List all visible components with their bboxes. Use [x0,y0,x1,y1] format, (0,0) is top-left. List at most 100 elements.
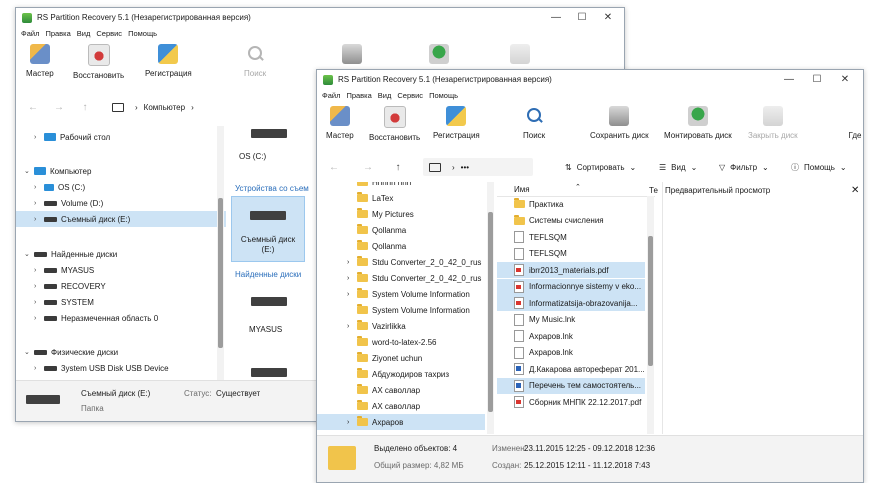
close-window-button[interactable]: ✕ [596,8,620,27]
file-row[interactable]: Системы счисления [497,213,645,229]
search-button[interactable]: Поиск [523,104,545,148]
menu-file[interactable]: Файл [21,29,39,38]
tree-item-computer[interactable]: ⌄ Компьютер [24,163,91,179]
tree-item[interactable]: Hhhhh hhh [317,182,485,190]
tree-item[interactable]: Ziyonet uchun [317,350,485,366]
tree-scrollbar-thumb[interactable] [488,212,493,412]
file-row[interactable]: Сборник МНПК 22.12.2017.pdf [497,394,645,410]
tree-item-os-c[interactable]: › OS (C:) [34,179,85,195]
chevron-right-icon[interactable]: › [347,259,357,266]
breadcrumb-ellipsis[interactable]: ••• [461,163,469,172]
file-row[interactable]: Informatizatsija-obrazovanija... [497,295,645,311]
maximize-button[interactable]: ☐ [570,8,594,27]
chevron-right-icon[interactable]: › [34,134,36,141]
tree-item-physical-disks[interactable]: ⌄ Физические диски [24,344,118,360]
menu-view[interactable]: Вид [77,29,91,38]
chevron-right-icon[interactable]: › [34,216,36,223]
tree-item[interactable]: LaTex [317,190,485,206]
chevron-down-icon[interactable]: ⌄ [24,167,30,175]
back-arrow-icon[interactable]: ← [24,102,42,113]
file-row[interactable]: ibrr2013_materials.pdf [497,262,645,278]
register-button[interactable]: Регистрация [433,104,480,148]
name-column-header[interactable]: Имя [514,185,530,194]
view-button[interactable]: ☰ Вид ⌄ [659,163,697,172]
file-row[interactable]: TEFLSQM [497,246,645,262]
tree-item[interactable]: My Pictures [317,206,485,222]
tree-item[interactable]: › System Volume Information [317,286,485,302]
tree-item[interactable]: Qollanma [317,222,485,238]
tree-item[interactable]: System Volume Information [317,302,485,318]
chevron-right-icon[interactable]: › [34,184,36,191]
tree-item[interactable]: › Ахраров [317,414,485,430]
restore-button[interactable]: Восстановить [73,42,124,86]
master-button[interactable]: Мастер [26,42,54,86]
tree-scrollbar[interactable] [217,126,224,380]
tree-scrollbar-thumb[interactable] [218,198,223,348]
file-row[interactable]: Ахраров.lnk [497,345,645,361]
sort-button[interactable]: ⇅ Сортировать ⌄ [565,163,636,172]
minimize-button[interactable]: — [777,70,801,89]
help-button[interactable]: ⓘ Помощь ⌄ [791,162,847,173]
restore-button[interactable]: Восстановить [369,104,420,148]
tree-item-volume-d[interactable]: › Volume (D:) [34,195,103,211]
search-button[interactable]: Поиск [244,42,266,86]
file-row[interactable]: Ахраров.lnk [497,328,645,344]
tree-item[interactable]: Qollanma [317,238,485,254]
close-window-button[interactable]: ✕ [833,70,857,89]
save-disk-button[interactable]: Сохранить диск [590,104,649,148]
menu-view[interactable]: Вид [378,91,392,100]
file-scrollbar-thumb[interactable] [648,236,653,366]
file-row[interactable]: Д.Какарова автореферат 201... [497,361,645,377]
file-row[interactable]: My Music.lnk [497,312,645,328]
minimize-button[interactable]: — [544,8,568,27]
drive-os-c-label[interactable]: OS (C:) [239,148,266,164]
chevron-down-icon[interactable]: ⌄ [24,250,30,258]
address-bar[interactable]: › ••• [423,158,533,176]
chevron-down-icon[interactable]: ⌄ [24,348,30,356]
master-button[interactable]: Мастер [326,104,354,148]
menu-edit[interactable]: Правка [346,91,371,100]
up-arrow-icon[interactable]: ↑ [389,162,407,173]
forward-arrow-icon[interactable]: → [359,162,377,173]
removable-disk-tile[interactable]: Съемный диск (E:) [231,196,305,262]
mount-disk-button[interactable]: Монтировать диск [664,104,732,148]
file-row[interactable]: TEFLSQM [497,229,645,245]
menu-edit[interactable]: Правка [45,29,70,38]
tree-item-recovery[interactable]: › RECOVERY [34,278,106,294]
menu-help[interactable]: Помощь [429,91,458,100]
tree-item-found-disks[interactable]: ⌄ Найденные диски [24,246,117,262]
up-arrow-icon[interactable]: ↑ [76,102,94,113]
breadcrumb[interactable]: › Компьютер › [112,102,200,112]
tree-item[interactable]: АХ саволлар [317,382,485,398]
maximize-button[interactable]: ☐ [805,70,829,89]
tree-item-unallocated[interactable]: › Неразмеченная область 0 [34,310,158,326]
chevron-right-icon[interactable]: › [34,299,36,306]
back-arrow-icon[interactable]: ← [325,162,343,173]
tree-item-system[interactable]: › SYSTEM [34,294,94,310]
close-disk-button[interactable]: Закрыть диск [748,104,798,148]
file-row[interactable]: Перечень тем самостоятель... [497,377,645,394]
tree-item-desktop[interactable]: › Рабочий стол [34,129,110,145]
file-row[interactable]: Практика [497,196,645,212]
chevron-right-icon[interactable]: › [34,283,36,290]
file-scrollbar[interactable] [647,196,654,434]
menu-service[interactable]: Сервис [96,29,122,38]
filter-button[interactable]: ▽ Фильтр ⌄ [719,163,769,172]
chevron-right-icon[interactable]: › [347,419,357,426]
chevron-right-icon[interactable]: › [34,315,36,322]
chevron-right-icon[interactable]: › [347,291,357,298]
where-button[interactable]: Где [845,104,863,148]
chevron-right-icon[interactable]: › [34,365,36,372]
tree-item[interactable]: › Vazirlikka [317,318,485,334]
drive-myasus-label[interactable]: MYASUS [249,321,282,337]
tree-item[interactable]: › Stdu Converter_2_0_42_0_rus [317,254,485,270]
chevron-right-icon[interactable]: › [34,200,36,207]
close-icon[interactable]: ✕ [851,182,859,198]
tree-item[interactable]: › Stdu Converter_2_0_42_0_rus [317,270,485,286]
te-column-header[interactable]: Те [649,182,658,198]
breadcrumb-computer[interactable]: Компьютер [144,103,185,112]
register-button[interactable]: Регистрация [145,42,192,86]
chevron-right-icon[interactable]: › [347,275,357,282]
tree-item-usb-device[interactable]: › 3ystem USB Disk USB Device [34,360,169,376]
tree-scrollbar[interactable] [487,182,494,434]
